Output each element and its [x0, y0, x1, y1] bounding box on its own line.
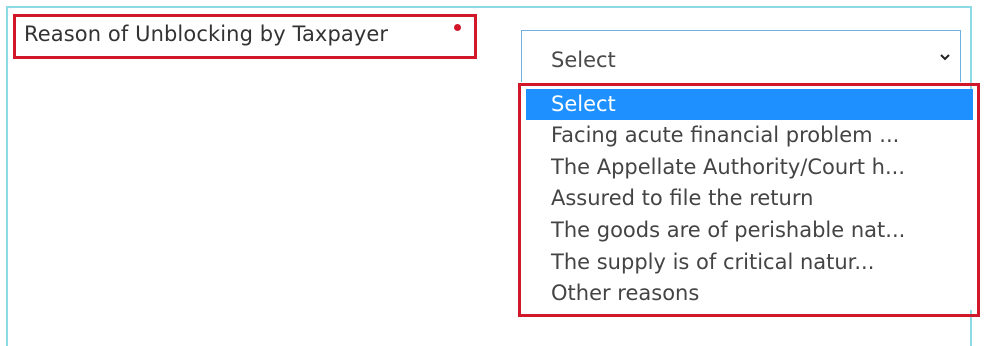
required-indicator — [454, 24, 461, 31]
select-value: Select — [551, 48, 616, 72]
chevron-down-icon — [940, 54, 950, 61]
reason-select[interactable]: Select — [521, 30, 961, 82]
field-label: Reason of Unblocking by Taxpayer — [24, 22, 389, 46]
dropdown-highlight-box — [518, 83, 980, 317]
